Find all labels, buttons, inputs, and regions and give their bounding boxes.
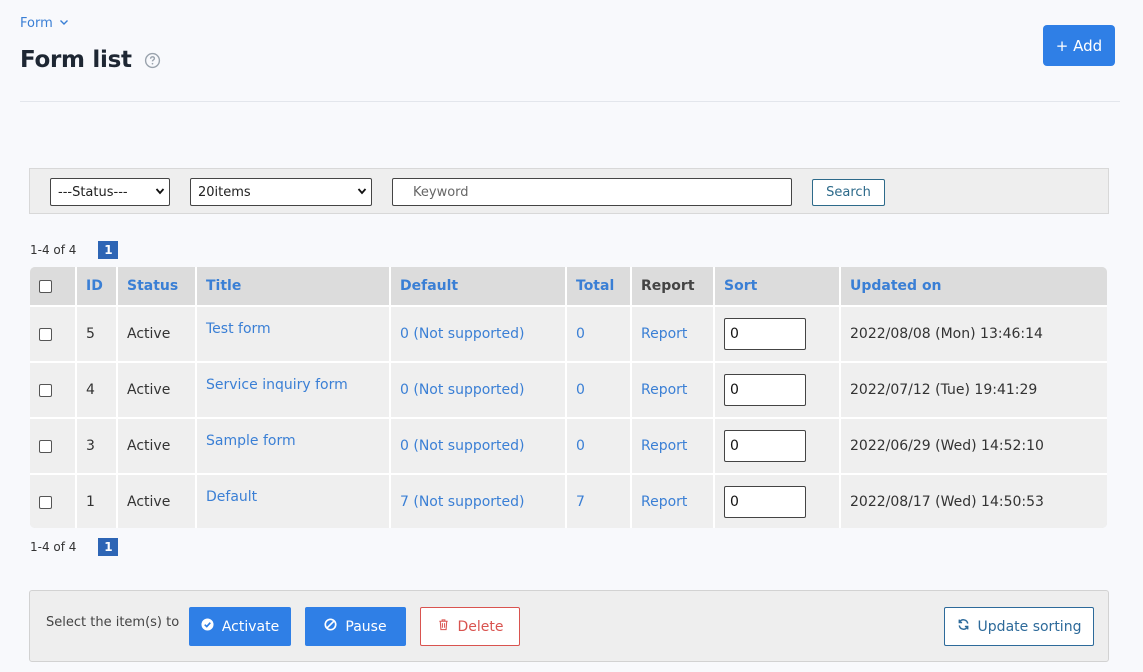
question-circle-icon[interactable]: [144, 52, 161, 69]
cell-title-link[interactable]: Sample form: [197, 417, 391, 473]
column-header-default[interactable]: Default: [391, 267, 567, 305]
keyword-input[interactable]: [392, 178, 792, 206]
table-row: 4 Active Service inquiry form 0 (Not sup…: [30, 361, 1107, 417]
cell-sort: [715, 417, 841, 473]
column-header-updated[interactable]: Updated on: [841, 267, 1107, 305]
activate-label: Activate: [221, 618, 280, 635]
delete-label: Delete: [457, 618, 504, 635]
column-header-title[interactable]: Title: [197, 267, 391, 305]
cell-report-link[interactable]: Report: [632, 361, 715, 417]
table-row: 3 Active Sample form 0 (Not supported) 0…: [30, 417, 1107, 473]
status-select-value: ---Status---: [58, 184, 128, 200]
cell-id: 4: [77, 361, 118, 417]
trash-icon: [437, 618, 450, 635]
cell-updated: 2022/08/17 (Wed) 14:50:53: [841, 473, 1107, 528]
column-header-report: Report: [632, 267, 715, 305]
status-select[interactable]: ---Status---: [50, 178, 170, 206]
update-sorting-label: Update sorting: [977, 618, 1082, 635]
row-checkbox[interactable]: [39, 495, 52, 509]
cell-default-link[interactable]: 0 (Not supported): [391, 417, 567, 473]
divider: [20, 101, 1120, 102]
delete-button[interactable]: Delete: [420, 607, 520, 646]
page-number-1[interactable]: 1: [98, 241, 119, 259]
cell-sort: [715, 361, 841, 417]
cell-default-link[interactable]: 7 (Not supported): [391, 473, 567, 528]
table-header-row: ID Status Title Default Total Report Sor…: [30, 267, 1107, 305]
cell-title-link[interactable]: Service inquiry form: [197, 361, 391, 417]
cell-title-link[interactable]: Test form: [197, 305, 391, 361]
column-header-sort[interactable]: Sort: [715, 267, 841, 305]
check-circle-icon: [201, 618, 214, 635]
cell-total-link[interactable]: 7: [567, 473, 632, 528]
sort-input[interactable]: [724, 430, 806, 462]
column-header-total[interactable]: Total: [567, 267, 632, 305]
cell-report-link[interactable]: Report: [632, 305, 715, 361]
cell-updated: 2022/06/29 (Wed) 14:52:10: [841, 417, 1107, 473]
ban-icon: [324, 618, 337, 635]
cell-status: Active: [118, 305, 197, 361]
cell-total-link[interactable]: 0: [567, 361, 632, 417]
breadcrumb-label[interactable]: Form: [20, 16, 53, 31]
cell-sort: [715, 473, 841, 528]
cell-report-link[interactable]: Report: [632, 473, 715, 528]
items-per-page-value: 20items: [198, 184, 251, 200]
update-sorting-button[interactable]: Update sorting: [944, 607, 1094, 646]
column-header-id[interactable]: ID: [77, 267, 118, 305]
activate-button[interactable]: Activate: [189, 607, 291, 646]
pagination-top: 1-4 of 4 1: [30, 241, 119, 259]
chevron-down-icon: [357, 185, 367, 200]
cell-report-link[interactable]: Report: [632, 417, 715, 473]
row-select-cell: [30, 473, 77, 528]
select-all-checkbox[interactable]: [39, 279, 52, 293]
table-row: 1 Active Default 7 (Not supported) 7 Rep…: [30, 473, 1107, 528]
cell-title-link[interactable]: Default: [197, 473, 391, 528]
cell-default-link[interactable]: 0 (Not supported): [391, 305, 567, 361]
cell-id: 1: [77, 473, 118, 528]
row-checkbox[interactable]: [39, 439, 52, 453]
pagination-bottom: 1-4 of 4 1: [30, 538, 119, 556]
title-area: Form list: [20, 47, 161, 73]
sort-input[interactable]: [724, 374, 806, 406]
table-row: 5 Active Test form 0 (Not supported) 0 R…: [30, 305, 1107, 361]
cell-status: Active: [118, 473, 197, 528]
row-checkbox[interactable]: [39, 327, 52, 341]
row-select-cell: [30, 361, 77, 417]
pagination-range: 1-4 of 4: [30, 540, 77, 554]
cell-total-link[interactable]: 0: [567, 417, 632, 473]
cell-status: Active: [118, 361, 197, 417]
sort-input[interactable]: [724, 486, 806, 518]
pause-label: Pause: [345, 618, 387, 635]
column-header-status[interactable]: Status: [118, 267, 197, 305]
form-table: ID Status Title Default Total Report Sor…: [30, 267, 1107, 528]
sort-input[interactable]: [724, 318, 806, 350]
refresh-icon: [957, 618, 970, 635]
chevron-down-icon: [155, 185, 165, 200]
page-title: Form list: [20, 47, 132, 73]
pagination-range: 1-4 of 4: [30, 243, 77, 257]
bulk-action-label: Select the item(s) to: [46, 615, 180, 630]
filter-bar: ---Status--- 20items Search: [29, 168, 1109, 214]
cell-sort: [715, 305, 841, 361]
cell-status: Active: [118, 417, 197, 473]
row-select-cell: [30, 417, 77, 473]
cell-id: 3: [77, 417, 118, 473]
add-button[interactable]: + Add: [1043, 25, 1115, 66]
row-select-cell: [30, 305, 77, 361]
select-all-cell: [30, 267, 77, 305]
chevron-down-icon[interactable]: [59, 16, 69, 31]
row-checkbox[interactable]: [39, 383, 52, 397]
cell-default-link[interactable]: 0 (Not supported): [391, 361, 567, 417]
breadcrumb[interactable]: Form: [20, 16, 69, 31]
cell-id: 5: [77, 305, 118, 361]
cell-total-link[interactable]: 0: [567, 305, 632, 361]
page-number-1[interactable]: 1: [98, 538, 119, 556]
cell-updated: 2022/07/12 (Tue) 19:41:29: [841, 361, 1107, 417]
items-per-page-select[interactable]: 20items: [190, 178, 372, 206]
pause-button[interactable]: Pause: [305, 607, 406, 646]
cell-updated: 2022/08/08 (Mon) 13:46:14: [841, 305, 1107, 361]
search-button[interactable]: Search: [812, 179, 885, 206]
bulk-action-bar: Select the item(s) to Activate Pause Del…: [29, 590, 1109, 662]
